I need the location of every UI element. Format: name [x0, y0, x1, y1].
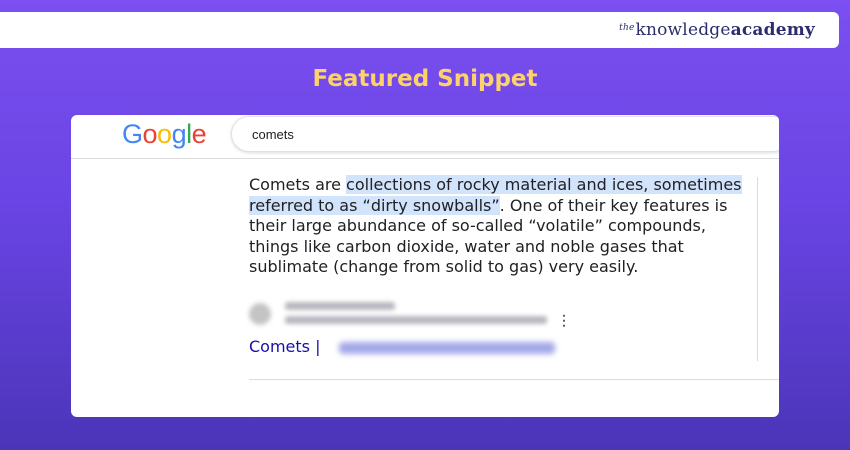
search-query: comets [252, 127, 294, 142]
search-input[interactable]: comets [231, 116, 779, 152]
result-link[interactable]: Comets | [249, 337, 320, 356]
more-options-icon[interactable]: ⋮ [557, 313, 571, 327]
blurred-site-url [285, 316, 547, 324]
brand-prefix: the [619, 23, 635, 33]
google-logo[interactable]: Google [122, 119, 207, 150]
top-banner: theknowledgeacademy [0, 12, 839, 48]
snippet-intro: Comets are [249, 175, 347, 194]
divider-horizontal [249, 379, 779, 380]
blurred-link-title[interactable] [339, 342, 555, 354]
divider-vertical [757, 177, 758, 361]
featured-snippet-text: Comets are collections of rocky material… [249, 175, 749, 278]
blurred-site-name [285, 302, 395, 310]
source-attribution[interactable]: ⋮ [249, 297, 579, 331]
google-logo-letter: e [191, 119, 207, 149]
google-logo-letter: o [142, 119, 158, 149]
brand-knowledge: knowledge [635, 20, 731, 40]
search-result-card: Google comets Comets are collections of … [71, 115, 779, 417]
page-heading: Featured Snippet [312, 66, 538, 92]
brand-logo[interactable]: theknowledgeacademy [619, 20, 815, 40]
site-favicon-icon [249, 303, 271, 325]
google-logo-letter: o [157, 119, 172, 149]
brand-academy: academy [730, 20, 815, 40]
search-header: Google comets [71, 115, 779, 159]
google-logo-letter: g [171, 119, 187, 149]
google-logo-letter: G [122, 119, 143, 149]
